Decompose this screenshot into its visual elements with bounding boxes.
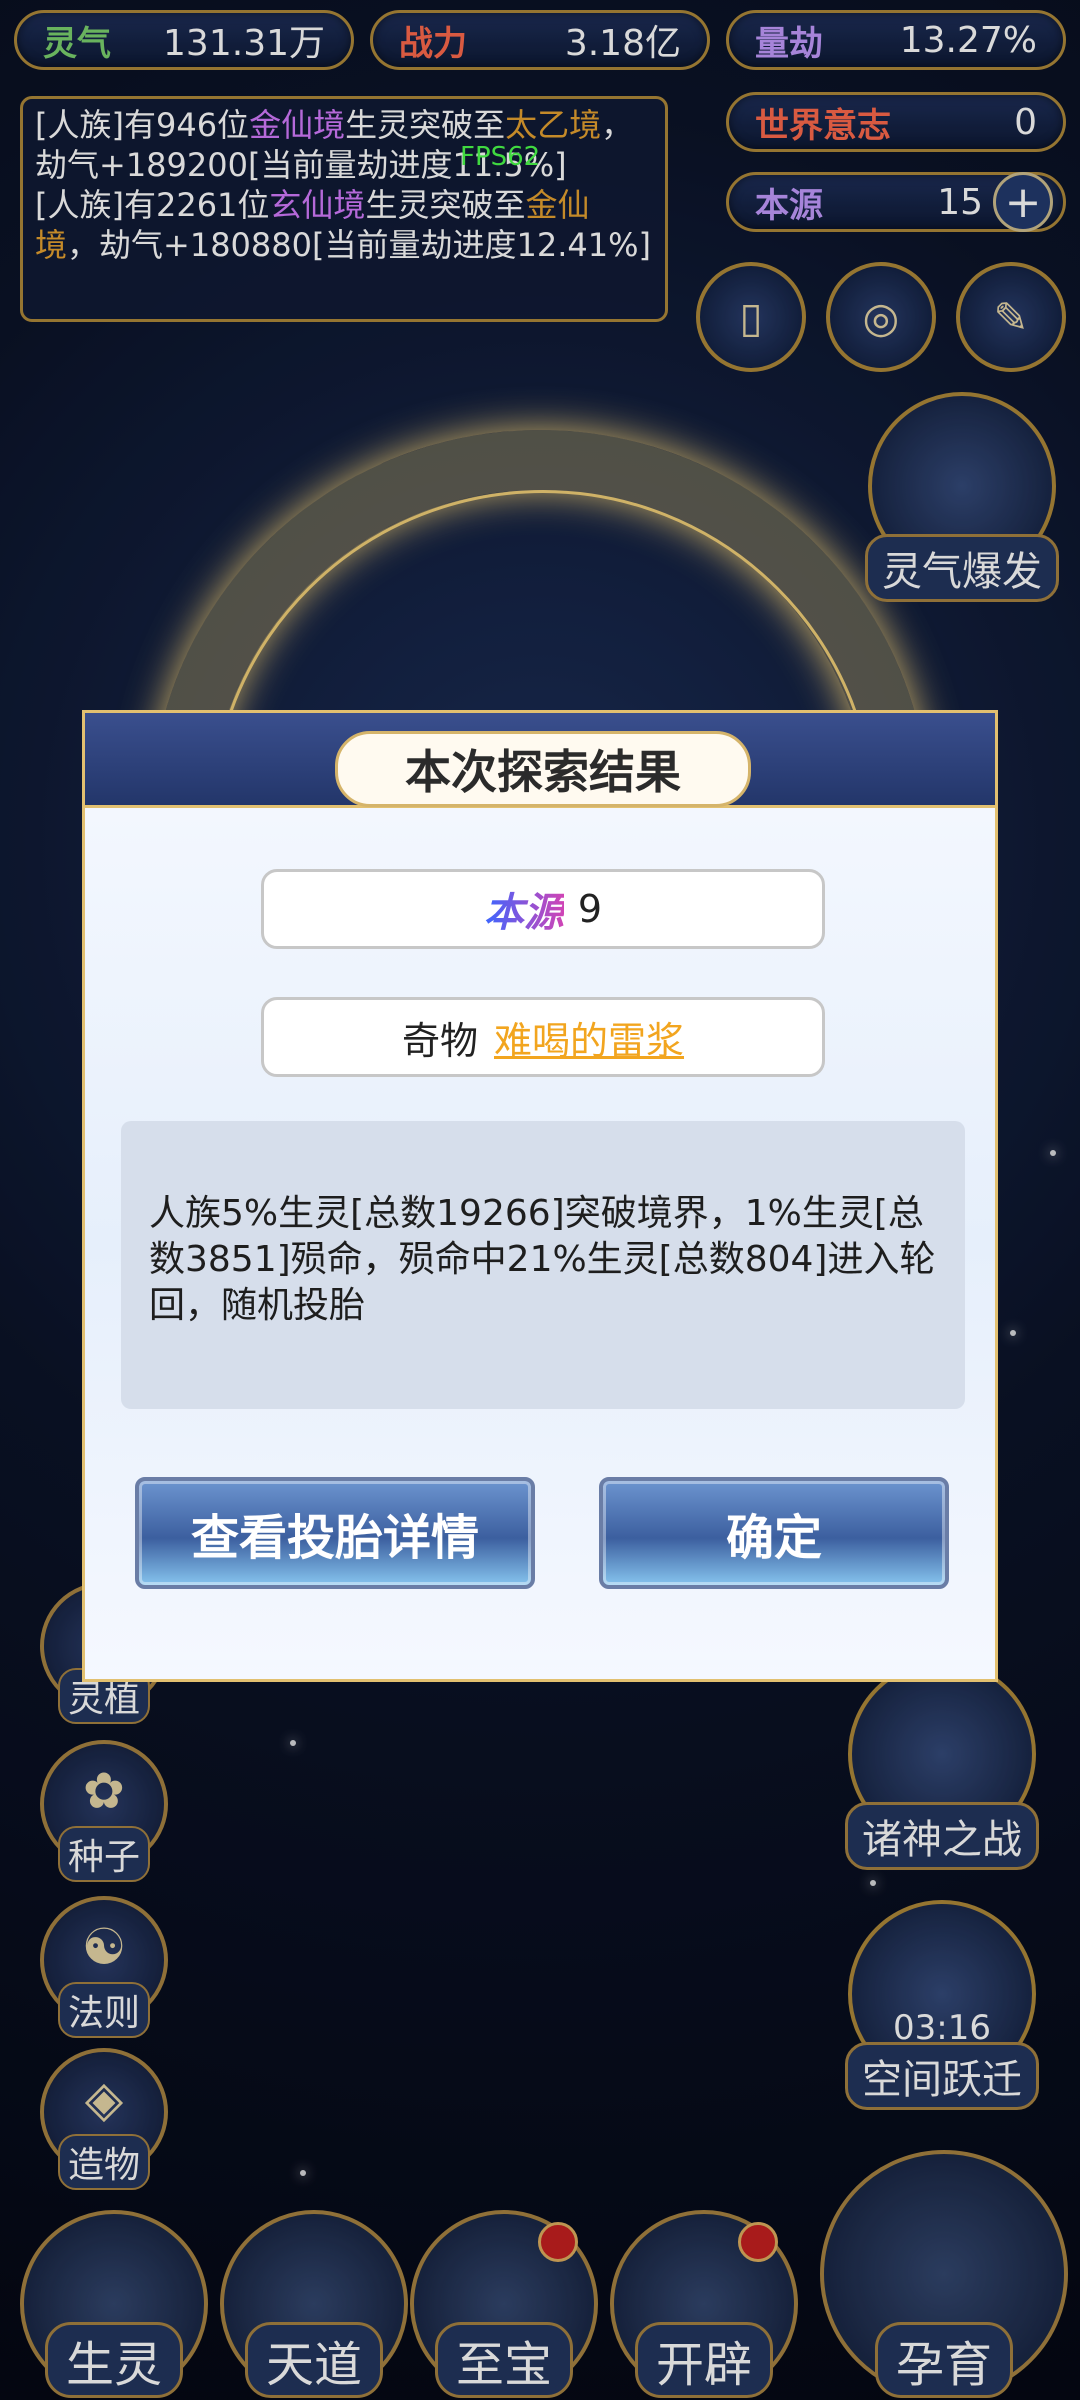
result-description: 人族5%生灵[总数19266]突破境界，1%生灵[总数3851]殒命，殒命中21… xyxy=(121,1121,965,1409)
exploration-result-modal: 本次探索结果 本源 9 奇物 难喝的雷浆 人族5%生灵[总数19266]突破境界… xyxy=(82,710,998,1682)
reward-item: 奇物 难喝的雷浆 xyxy=(261,997,825,1077)
reward-benyuan-value: 9 xyxy=(577,887,603,931)
reward-benyuan: 本源 9 xyxy=(261,869,825,949)
reward-item-link[interactable]: 难喝的雷浆 xyxy=(494,1010,684,1065)
view-reincarnation-details-button[interactable]: 查看投胎详情 xyxy=(135,1477,535,1589)
reward-item-type: 奇物 xyxy=(401,1018,478,1063)
modal-title: 本次探索结果 xyxy=(335,731,751,807)
confirm-button[interactable]: 确定 xyxy=(599,1477,949,1589)
reward-benyuan-name: 本源 xyxy=(484,880,564,938)
